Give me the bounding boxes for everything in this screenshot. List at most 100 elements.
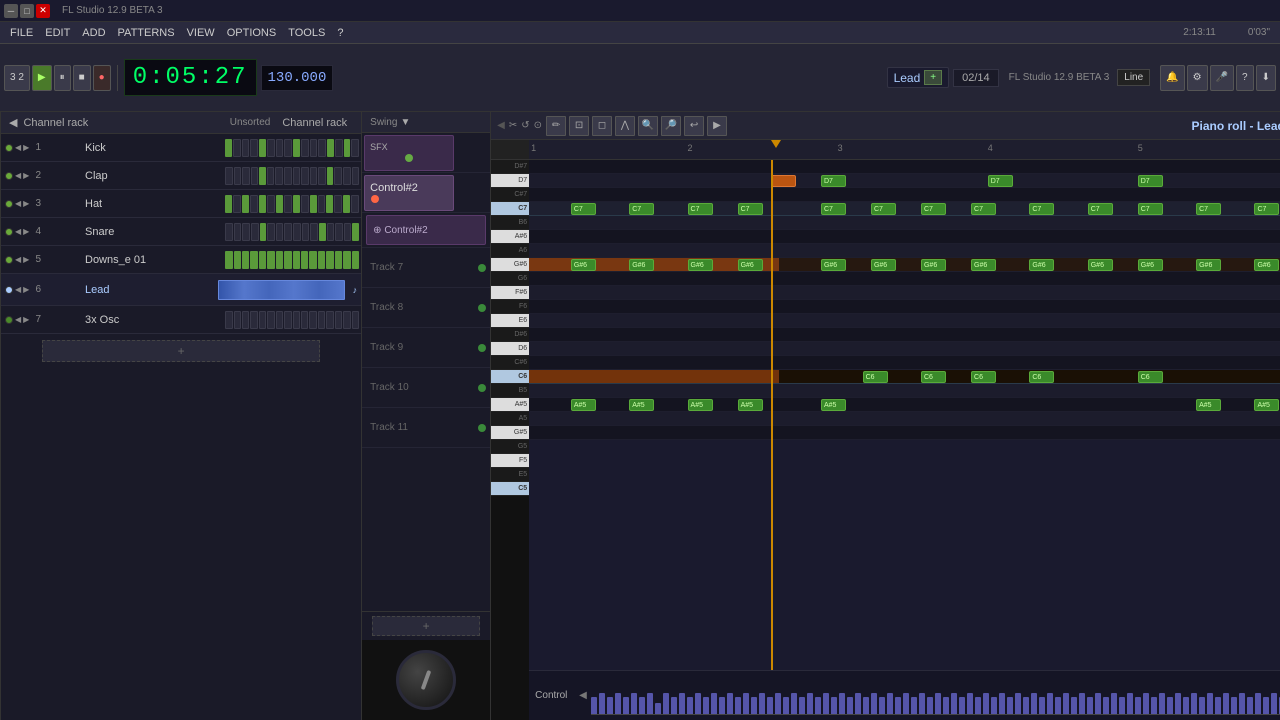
ctrl2-block[interactable]: Control#2 [364, 175, 454, 211]
step[interactable] [234, 167, 242, 185]
ch-led-2[interactable] [5, 172, 13, 180]
step[interactable] [293, 139, 300, 157]
step[interactable] [250, 139, 258, 157]
ctrl-bar[interactable] [687, 697, 693, 715]
note-bb5-7[interactable]: A#5 [1254, 399, 1279, 411]
step[interactable] [250, 311, 257, 329]
ctrl-bar[interactable] [975, 697, 981, 715]
note-gsharp6-9[interactable]: G#6 [1029, 259, 1054, 271]
ctrl-bar[interactable] [1167, 697, 1173, 715]
pr-back[interactable]: ◀ [497, 120, 505, 131]
ch-arrow-4[interactable]: ◀ [15, 227, 21, 236]
step[interactable] [326, 251, 333, 269]
step[interactable] [301, 195, 309, 213]
step[interactable] [275, 167, 283, 185]
ctrl-bar[interactable] [1215, 697, 1221, 715]
piano-key-d7[interactable]: D7 [491, 174, 529, 188]
ch-name-downs[interactable]: Downs_e 01 [81, 254, 223, 266]
ctrl-bar[interactable] [1183, 697, 1189, 715]
note-c7-13[interactable]: C7 [1254, 203, 1279, 215]
step[interactable] [259, 311, 266, 329]
ctrl-bar[interactable] [767, 697, 773, 715]
step[interactable] [242, 311, 249, 329]
step[interactable] [301, 167, 309, 185]
step[interactable] [233, 139, 241, 157]
menu-help[interactable]: ? [331, 27, 349, 39]
step[interactable] [284, 167, 292, 185]
pitch-row-c6[interactable]: C6 C6 C6 C6 C6 [529, 370, 1280, 384]
piano-key-d6[interactable]: D6 [491, 342, 529, 356]
step[interactable] [284, 195, 292, 213]
ch-arrow-r-7[interactable]: ▶ [23, 315, 29, 324]
ctrl-bar[interactable] [783, 697, 789, 715]
ctrl-bar[interactable] [671, 697, 677, 715]
step[interactable] [318, 167, 326, 185]
step[interactable] [276, 223, 284, 241]
ctrl-bar[interactable] [1127, 693, 1133, 715]
ctrl-bar[interactable] [863, 697, 869, 715]
pitch-row-d6sharp[interactable] [529, 328, 1280, 342]
pitch-row-ab5[interactable] [529, 426, 1280, 440]
ctrl-bar[interactable] [831, 697, 837, 715]
step[interactable] [309, 251, 316, 269]
step[interactable] [250, 251, 257, 269]
step[interactable] [301, 139, 309, 157]
ctrl-bar[interactable] [1223, 693, 1229, 715]
pr-snap[interactable]: ⊙ [534, 120, 542, 131]
ctrl-pattern-block[interactable]: ⊕ Control#2 [366, 215, 486, 245]
step[interactable] [242, 167, 250, 185]
note-c7-3[interactable]: C7 [688, 203, 713, 215]
piano-key-g5[interactable]: G5 [491, 440, 529, 454]
note-d7-2[interactable]: D7 [821, 175, 846, 187]
step[interactable] [352, 311, 359, 329]
ctrl-bar[interactable] [1095, 693, 1101, 715]
note-gsharp6-1[interactable]: G#6 [571, 259, 596, 271]
piano-key-e5[interactable]: E5 [491, 468, 529, 482]
ctrl-bar[interactable] [1263, 697, 1269, 715]
step[interactable] [276, 195, 283, 213]
step[interactable] [267, 195, 275, 213]
ctrl-bar[interactable] [1103, 697, 1109, 715]
ctrl-bar[interactable] [759, 693, 765, 715]
note-bb5-4[interactable]: A#5 [738, 399, 763, 411]
pitch-row-c6sharp[interactable] [529, 356, 1280, 370]
ctrl-bar[interactable] [951, 693, 957, 715]
note-c7-10[interactable]: C7 [1088, 203, 1113, 215]
ctrl-bar[interactable] [1207, 693, 1213, 715]
note-gsharp6-3[interactable]: G#6 [688, 259, 713, 271]
step[interactable] [335, 251, 342, 269]
ctrl-bar[interactable] [599, 693, 605, 715]
ch-led-7[interactable] [5, 316, 13, 324]
ctrl-bar[interactable] [871, 693, 877, 715]
ctrl-bar[interactable] [799, 697, 805, 715]
close-button[interactable]: ✕ [36, 4, 50, 18]
piano-key-f5[interactable]: F5 [491, 454, 529, 468]
ctrl-bar[interactable] [727, 693, 733, 715]
ctrl-bar[interactable] [679, 693, 685, 715]
ch-name-clap[interactable]: Clap [81, 170, 223, 182]
pr-eraser[interactable]: ◻ [592, 116, 612, 136]
step[interactable] [251, 223, 259, 241]
piano-key-d7-sharp[interactable]: D#7 [491, 160, 529, 174]
piano-key-f6-sharp[interactable]: F#6 [491, 286, 529, 300]
pitch-row-bb6[interactable] [529, 230, 1280, 244]
pitch-row-f6[interactable] [529, 300, 1280, 314]
piano-key-b6[interactable]: B6 [491, 216, 529, 230]
step[interactable] [344, 139, 351, 157]
pitch-row-d7sharp[interactable] [529, 160, 1280, 174]
maximize-button[interactable]: □ [20, 4, 34, 18]
ctrl-bar[interactable] [735, 697, 741, 715]
ctrl-bar[interactable] [1087, 697, 1093, 715]
ch-name-lead[interactable]: Lead [81, 284, 214, 296]
step[interactable] [343, 195, 350, 213]
ctrl-bar[interactable] [743, 693, 749, 715]
step[interactable] [327, 167, 334, 185]
ctrl-bar[interactable] [823, 693, 829, 715]
ctrl-bar[interactable] [663, 693, 669, 715]
note-c6-3[interactable]: C6 [971, 371, 996, 383]
piano-key-e6[interactable]: E6 [491, 314, 529, 328]
step[interactable] [276, 139, 284, 157]
step[interactable] [352, 251, 359, 269]
ctrl-bar[interactable] [1119, 697, 1125, 715]
ctrl-bar[interactable] [1055, 697, 1061, 715]
